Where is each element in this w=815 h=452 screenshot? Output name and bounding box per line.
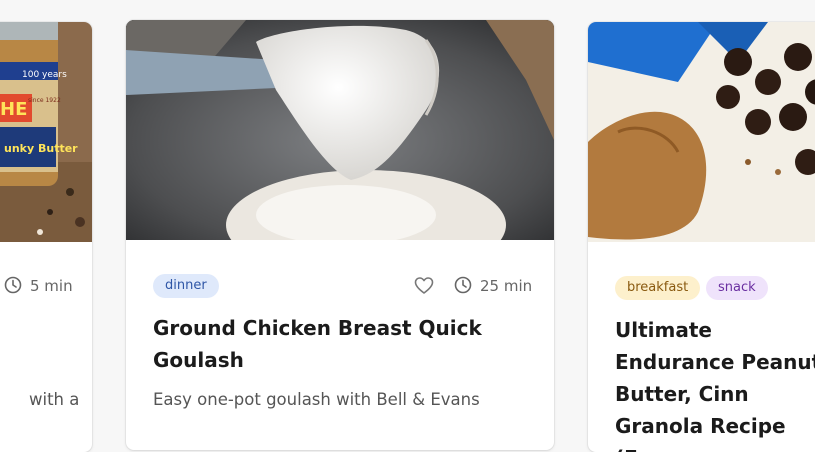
recipe-card-granola[interactable]: breakfast snack Ultimate Endurance Peanu… bbox=[588, 22, 815, 452]
tag-snack[interactable]: snack bbox=[706, 276, 768, 300]
recipe-time-left: 5 min bbox=[4, 276, 73, 296]
recipe-image-peanut-butter-jar[interactable]: HE 100 years since 1922 unky Butter bbox=[0, 22, 92, 242]
clock-icon bbox=[454, 276, 474, 296]
recipe-title-goulash[interactable]: Ground Chicken Breast Quick Goulash bbox=[153, 312, 533, 376]
jar-years-text: 100 years bbox=[22, 70, 67, 80]
recipe-description-left: with a bbox=[29, 390, 80, 409]
recipe-card-left[interactable]: HE 100 years since 1922 unky Butter 5 mi… bbox=[0, 22, 92, 452]
recipe-time-text: 5 min bbox=[30, 277, 73, 295]
jar-kind-text: unky Butter bbox=[4, 142, 78, 155]
recipe-title-granola[interactable]: Ultimate Endurance Peanut Butter, Cinn G… bbox=[615, 314, 815, 452]
jar-since-text: since 1922 bbox=[28, 97, 61, 104]
recipe-time-text: 25 min bbox=[480, 277, 533, 295]
heart-icon[interactable] bbox=[414, 276, 434, 296]
recipe-image-yogurt-bowl[interactable] bbox=[588, 22, 815, 242]
clock-icon bbox=[4, 276, 24, 296]
recipe-meta-goulash: 25 min bbox=[414, 276, 532, 296]
tag-dinner[interactable]: dinner bbox=[153, 274, 219, 298]
recipe-image-whipped-cream[interactable] bbox=[126, 20, 554, 240]
recipe-description-goulash: Easy one-pot goulash with Bell & Evans bbox=[153, 390, 480, 409]
tag-breakfast[interactable]: breakfast bbox=[615, 276, 701, 300]
recipe-card-goulash[interactable]: dinner 25 min Ground Chicken Breast Quic… bbox=[126, 20, 554, 450]
jar-brand-text: HE bbox=[0, 99, 27, 120]
